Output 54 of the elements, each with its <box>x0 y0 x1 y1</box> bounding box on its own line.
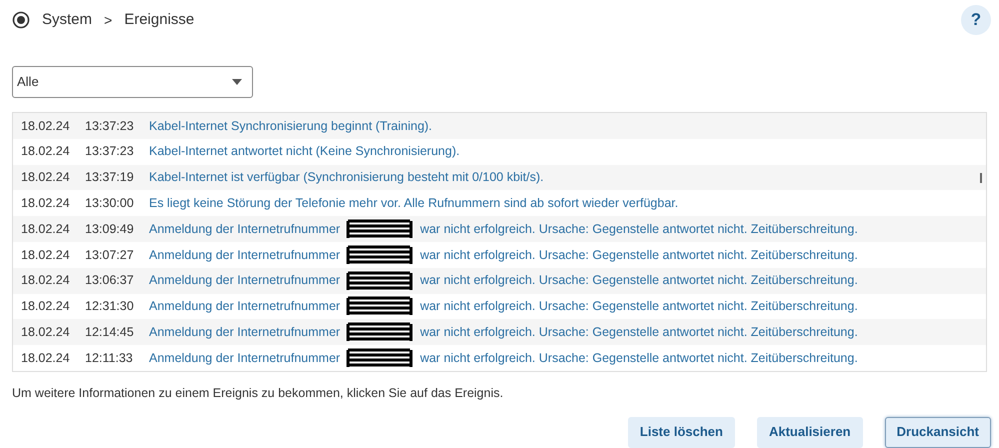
event-time: 12:11:33 <box>85 350 134 367</box>
event-row[interactable]: 18.02.24 12:14:45 Anmeldung der Internetrufnummer war nicht erfolgreich. Ursache: Gegenstelle antwortet nicht. Zeitüberschreitung. <box>13 319 986 346</box>
event-message: Anmeldung der Internetrufnummer <box>149 350 340 367</box>
event-message: war nicht erfolgreich. Ursache: Gegenstelle antwortet nicht. Zeitüberschreitung. <box>420 298 858 316</box>
event-date: 18.02.24 <box>21 143 71 160</box>
event-time: 13:06:37 <box>85 272 135 290</box>
event-time: 13:37:23 <box>85 118 135 135</box>
event-message: war nicht erfolgreich. Ursache: Gegenstelle antwortet nicht. Zeitüberschreitung. <box>420 272 858 290</box>
event-message: Anmeldung der Internetrufnummer <box>149 220 340 238</box>
event-message: war nicht erfolgreich. Ursache: Gegenstelle antwortet nicht. Zeitüberschreitung. <box>420 324 858 341</box>
event-time: 13:30:00 <box>85 194 135 212</box>
event-time: 12:14:45 <box>85 324 135 341</box>
event-message: Anmeldung der Internetrufnummer <box>149 324 340 341</box>
event-message: war nicht erfolgreich. Ursache: Gegenstelle antwortet nicht. Zeitüberschreitung. <box>420 220 858 238</box>
event-row[interactable]: 18.02.24 13:37:23 Kabel-Internet Synchronisierung beginnt (Training). <box>13 113 986 139</box>
event-time: 13:07:27 <box>85 246 135 264</box>
breadcrumb-separator: > <box>104 10 112 30</box>
event-time: 13:09:49 <box>85 220 135 238</box>
event-row[interactable]: 18.02.24 13:06:37 Anmeldung der Internetrufnummer war nicht erfolgreich. Ursache: Gegenstelle antwortet nicht. Zeitüberschreitung. <box>13 268 986 294</box>
event-message: Kabel-Internet antwortet nicht (Keine Synchronisierung). <box>149 143 460 160</box>
action-button[interactable]: Liste löschen <box>628 416 735 448</box>
caret-icon <box>232 79 242 85</box>
event-date: 18.02.24 <box>21 169 71 186</box>
scrollbar-thumb[interactable] <box>980 173 982 183</box>
filter-dropdown[interactable]: Alle <box>12 66 253 98</box>
event-message: war nicht erfolgreich. Ursache: Gegenstelle antwortet nicht. Zeitüberschreitung. <box>420 350 858 367</box>
event-message: Es liegt keine Störung der Telefonie mehr vor. Alle Rufnummern sind ab sofort wieder verfügbar. <box>149 194 678 212</box>
action-button[interactable]: Aktualisieren <box>756 416 863 448</box>
event-message: Anmeldung der Internetrufnummer <box>149 298 340 316</box>
event-row[interactable]: 18.02.24 13:37:19 Kabel-Internet ist verfügbar (Synchronisierung besteht mit 0/100 kbit/s). <box>13 164 986 190</box>
event-date: 18.02.24 <box>21 350 71 367</box>
event-date: 18.02.24 <box>21 298 71 316</box>
breadcrumb-section[interactable]: System <box>42 8 92 32</box>
event-message: Anmeldung der Internetrufnummer <box>149 272 340 290</box>
hint-text: Um weitere Informationen zu einem Ereignis zu bekommen, klicken Sie auf das Ereignis. <box>11 384 504 402</box>
event-date: 18.02.24 <box>21 324 71 341</box>
help-button[interactable]: ? <box>961 5 991 35</box>
event-date: 18.02.24 <box>21 118 71 135</box>
event-date: 18.02.24 <box>21 194 71 212</box>
action-button[interactable]: Druckansicht <box>884 416 991 448</box>
event-time: 13:37:23 <box>85 143 135 160</box>
event-date: 18.02.24 <box>21 246 71 264</box>
event-time: 12:31:30 <box>85 298 135 316</box>
breadcrumb-page: Ereignisse <box>124 10 194 30</box>
event-row[interactable]: 18.02.24 13:09:49 Anmeldung der Internetrufnummer war nicht erfolgreich. Ursache: Gegenstelle antwortet nicht. Zeitüberschreitung. <box>13 216 986 242</box>
radio-icon <box>12 11 30 29</box>
event-message: war nicht erfolgreich. Ursache: Gegenstelle antwortet nicht. Zeitüberschreitung. <box>420 246 858 264</box>
event-time: 13:37:19 <box>85 169 135 186</box>
event-row[interactable]: 18.02.24 12:31:30 Anmeldung der Internetrufnummer war nicht erfolgreich. Ursache: Gegenstelle antwortet nicht. Zeitüberschreitung. <box>13 294 986 320</box>
event-date: 18.02.24 <box>21 272 71 290</box>
event-message: Anmeldung der Internetrufnummer <box>149 246 340 264</box>
event-date: 18.02.24 <box>21 220 71 238</box>
event-message: Kabel-Internet ist verfügbar (Synchronisierung besteht mit 0/100 kbit/s). <box>149 169 544 186</box>
event-message: Kabel-Internet Synchronisierung beginnt (Training). <box>149 118 432 135</box>
